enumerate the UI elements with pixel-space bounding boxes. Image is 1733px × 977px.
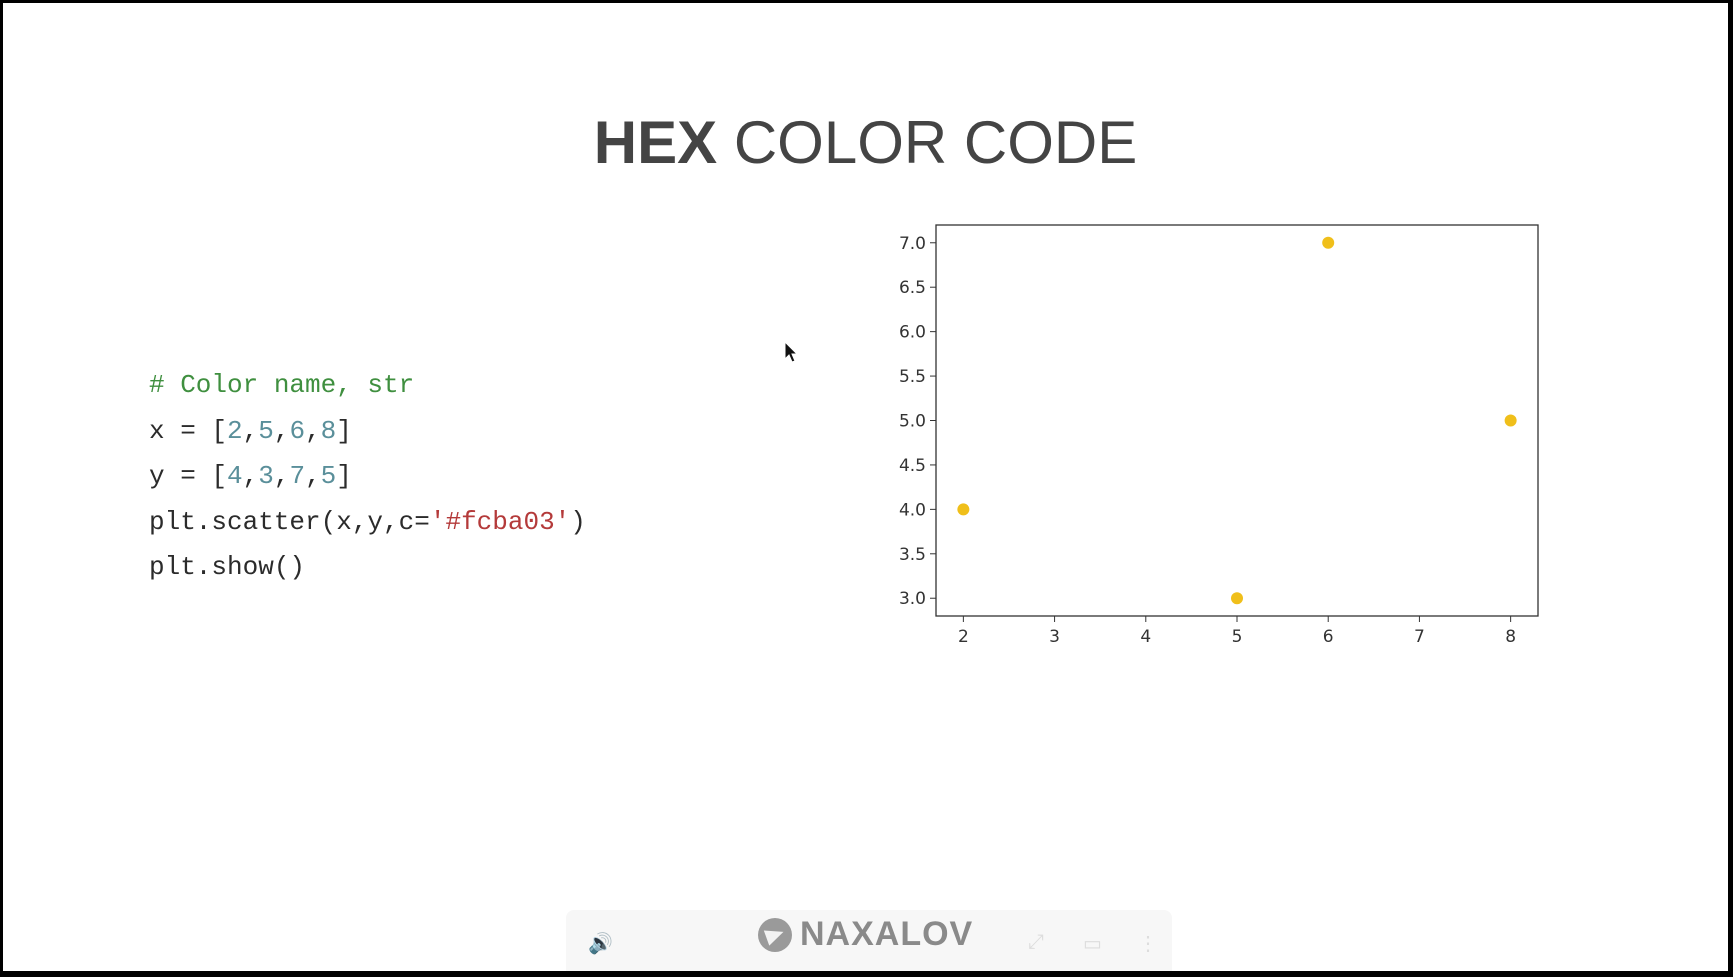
- y-tick-label: 5.5: [899, 367, 926, 387]
- title-rest: COLOR CODE: [733, 109, 1138, 176]
- more-icon[interactable]: ⋮: [1138, 931, 1158, 956]
- code-line-show: plt.show(): [149, 545, 586, 591]
- code-line-x: x = [2,5,6,8]: [149, 415, 352, 446]
- code-x-value: 6: [289, 415, 306, 446]
- code-line-comment: # Color name, str: [149, 363, 586, 409]
- x-tick-label: 8: [1505, 627, 1516, 647]
- x-tick-label: 6: [1323, 627, 1334, 647]
- code-y-prefix: y = [: [149, 461, 228, 491]
- code-scatter-prefix: plt.scatter(x,y,c=: [149, 506, 430, 537]
- code-line-scatter: plt.scatter(x,y,c='#fcba03'): [149, 500, 586, 546]
- telegram-icon: [758, 917, 792, 952]
- code-y-value: 5: [320, 461, 337, 491]
- code-x-value: 8: [320, 415, 337, 446]
- y-tick-label: 5.0: [899, 412, 926, 432]
- y-tick-label: 6.5: [899, 278, 926, 298]
- y-tick-label: 7.0: [899, 234, 926, 254]
- code-comment: # Color name, str: [149, 370, 415, 400]
- y-tick-label: 3.0: [899, 589, 926, 609]
- pip-icon[interactable]: ▭: [1083, 931, 1102, 956]
- code-x-value: 2: [227, 415, 243, 446]
- scatter-point: [957, 503, 970, 516]
- plot-area: [935, 224, 1539, 617]
- code-y-value: 7: [289, 461, 306, 491]
- slide: HEX COLOR CODE # Color name, str x = [2,…: [3, 3, 1728, 971]
- y-tick-label: 4.0: [899, 500, 926, 520]
- code-scatter-string: '#fcba03': [429, 506, 571, 537]
- title-bold: HEX: [593, 109, 718, 176]
- code-x-prefix: x = [: [149, 415, 228, 446]
- scatter-point: [1231, 592, 1243, 605]
- code-scatter-suffix: ): [570, 506, 586, 537]
- x-tick-label: 4: [1140, 627, 1151, 647]
- code-x-value: 5: [258, 415, 274, 446]
- x-tick-label: 3: [1049, 627, 1060, 647]
- x-tick-label: 5: [1232, 627, 1243, 647]
- code-line-y: y = [4,3,7,5]: [149, 461, 352, 491]
- scatter-point: [1504, 414, 1517, 427]
- slide-title: HEX COLOR CODE: [3, 108, 1728, 177]
- code-y-value: 3: [258, 461, 274, 491]
- x-tick-label: 7: [1414, 627, 1425, 647]
- watermark-logo: NAXALOV: [758, 915, 973, 954]
- fullscreen-icon[interactable]: ⤢: [1028, 931, 1044, 954]
- scatter-point: [1322, 236, 1335, 249]
- code-y-value: 4: [227, 461, 243, 491]
- scatter-chart: 2 3 4 5 6 7 8 3.0 3.5 4.0 4.5 5.0 5.5 6.0 6.5 7.0: [899, 224, 1539, 647]
- y-tick-label: 4.5: [899, 456, 926, 476]
- code-block: # Color name, str x = [2,5,6,8] y = [4,3…: [149, 363, 586, 591]
- watermark-text: NAXALOV: [800, 915, 974, 953]
- y-tick-label: 6.0: [899, 323, 926, 343]
- y-tick-label: 3.5: [899, 545, 926, 565]
- mouse-cursor-icon: [784, 341, 799, 363]
- volume-icon[interactable]: 🔊: [588, 931, 613, 956]
- code-show: plt.show(): [149, 552, 306, 582]
- x-tick-label: 2: [958, 627, 969, 647]
